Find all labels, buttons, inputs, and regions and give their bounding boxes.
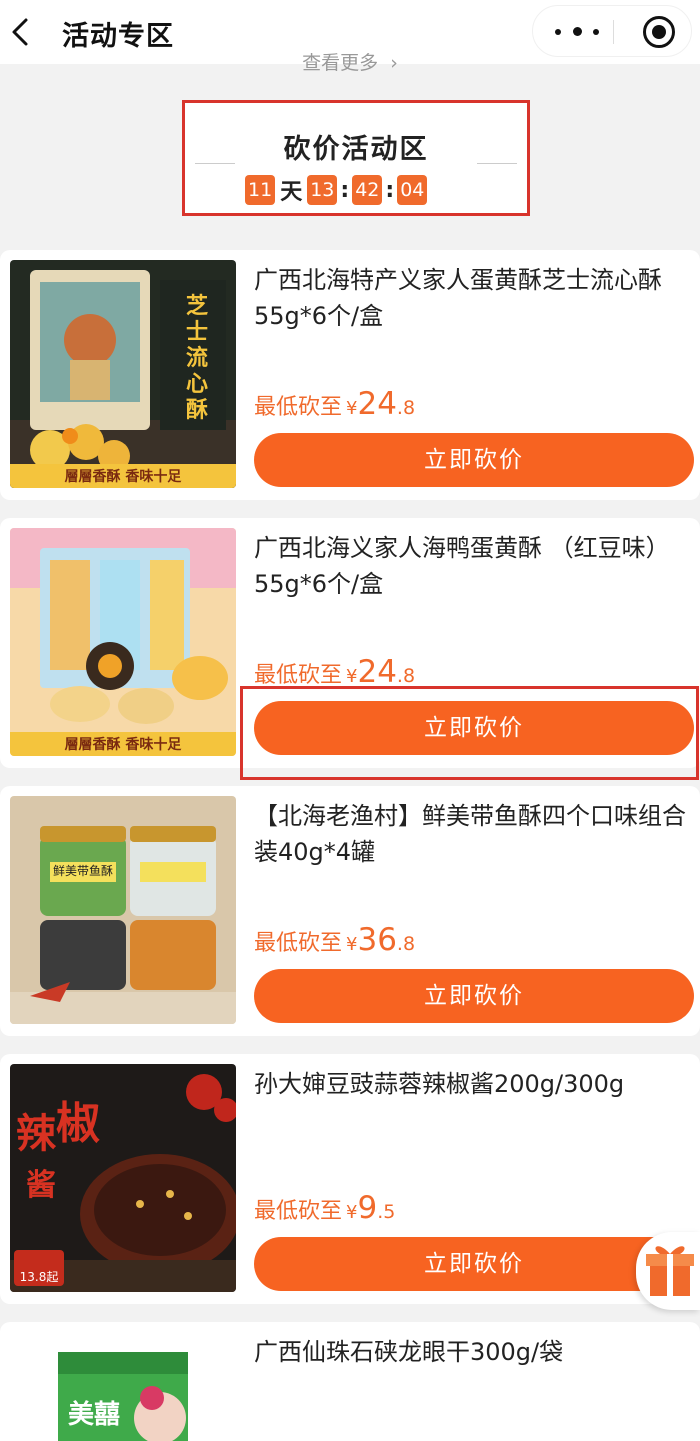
bargain-zone-header: 砍价活动区 11 天 13 : 42 : 04 xyxy=(182,100,530,216)
product-card[interactable]: 鲜美带鱼酥 【北海老渔村】鲜美带鱼酥四个口味组合装40g*4罐 最低砍至 ¥36.… xyxy=(0,786,700,1036)
product-image[interactable]: 辣 椒 酱 13.8起 xyxy=(10,1064,236,1292)
decor-line-right xyxy=(477,163,517,164)
product-image-caption: 芝士流心酥 xyxy=(186,294,209,423)
product-image[interactable]: 美囍 xyxy=(10,1332,236,1441)
lowest-price: 最低砍至 ¥24.8 xyxy=(254,654,415,690)
close-mini-program-icon[interactable] xyxy=(643,16,675,48)
price-integer: 9 xyxy=(357,1190,378,1226)
bargain-now-button[interactable]: 立即砍价 xyxy=(254,433,694,487)
gift-icon[interactable] xyxy=(636,1232,700,1310)
decor-line-left xyxy=(195,163,235,164)
price-label: 最低砍至 xyxy=(254,663,343,688)
lowest-price: 最低砍至 ¥24.8 xyxy=(254,386,415,422)
countdown-day-unit: 天 xyxy=(280,180,303,205)
countdown-seconds: 04 xyxy=(397,175,428,205)
product-name[interactable]: 广西仙珠石硖龙眼干300g/袋 xyxy=(254,1334,694,1370)
lowest-price: 最低砍至 ¥36.8 xyxy=(254,922,415,958)
product-image-caption: 鲜美带鱼酥 xyxy=(52,864,113,878)
price-decimal: .5 xyxy=(377,1201,396,1223)
product-image[interactable]: 芝士流心酥 層層香酥 香味十足 xyxy=(10,260,236,488)
product-name[interactable]: 【北海老渔村】鲜美带鱼酥四个口味组合装40g*4罐 xyxy=(254,798,694,870)
countdown-colon: : xyxy=(340,177,350,203)
countdown-minutes: 42 xyxy=(352,175,383,205)
lowest-price: 最低砍至 ¥9.5 xyxy=(254,1190,395,1226)
countdown-colon: : xyxy=(385,177,395,203)
product-card[interactable]: 芝士流心酥 層層香酥 香味十足 广西北海特产义家人蛋黄酥芝士流心酥55g*6个/… xyxy=(0,250,700,500)
currency-symbol: ¥ xyxy=(346,934,358,955)
price-integer: 24 xyxy=(357,386,397,422)
capsule-divider xyxy=(613,20,614,44)
price-integer: 24 xyxy=(357,654,397,690)
product-image[interactable]: 鲜美带鱼酥 xyxy=(10,796,236,1024)
product-image-caption: 椒 xyxy=(56,1098,100,1149)
product-name[interactable]: 广西北海义家人海鸭蛋黄酥 （红豆味）55g*6个/盒 xyxy=(254,530,694,602)
price-label: 最低砍至 xyxy=(254,931,343,956)
product-card[interactable]: 辣 椒 酱 13.8起 孙大婶豆豉蒜蓉辣椒酱200g/300g 最低砍至 ¥9.5… xyxy=(0,1054,700,1304)
see-more-label: 查看更多 xyxy=(302,52,379,74)
back-arrow-icon[interactable] xyxy=(6,14,34,50)
product-image-caption: 層層香酥 香味十足 xyxy=(64,469,182,485)
more-options-icon[interactable] xyxy=(555,24,615,40)
countdown-hours: 13 xyxy=(307,175,338,205)
product-image-caption: 美囍 xyxy=(68,1400,121,1430)
product-image-caption: 辣 xyxy=(16,1111,56,1157)
product-name[interactable]: 广西北海特产义家人蛋黄酥芝士流心酥55g*6个/盒 xyxy=(254,262,694,334)
product-card[interactable]: 美囍 广西仙珠石硖龙眼干300g/袋 xyxy=(0,1322,700,1441)
chevron-right-icon: › xyxy=(390,52,398,74)
price-decimal: .8 xyxy=(396,933,416,955)
product-name[interactable]: 孙大婶豆豉蒜蓉辣椒酱200g/300g xyxy=(254,1066,694,1102)
price-decimal: .8 xyxy=(396,397,416,419)
price-integer: 36 xyxy=(357,922,397,958)
countdown-days: 11 xyxy=(245,175,276,205)
currency-symbol: ¥ xyxy=(346,398,358,419)
product-price-tag: 13.8起 xyxy=(19,1270,59,1284)
bargain-now-button[interactable]: 立即砍价 xyxy=(254,1237,694,1291)
see-more-link[interactable]: 查看更多 › xyxy=(0,48,700,75)
product-image-caption: 層層香酥 香味十足 xyxy=(64,737,182,753)
product-image[interactable]: 層層香酥 香味十足 xyxy=(10,528,236,756)
currency-symbol: ¥ xyxy=(346,1202,358,1223)
price-label: 最低砍至 xyxy=(254,395,343,420)
price-label: 最低砍至 xyxy=(254,1199,343,1224)
bargain-now-button[interactable]: 立即砍价 xyxy=(254,969,694,1023)
bargain-zone-title: 砍价活动区 xyxy=(283,134,429,165)
countdown-timer: 11 天 13 : 42 : 04 xyxy=(245,174,428,206)
product-image-caption: 酱 xyxy=(26,1168,56,1203)
price-decimal: .8 xyxy=(396,665,416,687)
highlight-annotation xyxy=(240,686,699,780)
currency-symbol: ¥ xyxy=(346,666,358,687)
